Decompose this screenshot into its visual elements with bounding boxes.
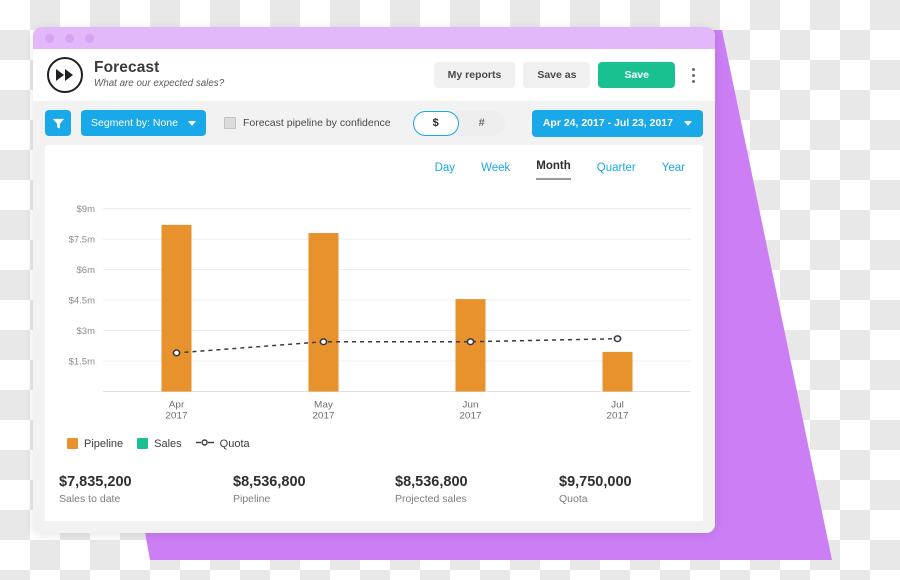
legend-item-pipeline: Pipeline [67, 438, 123, 450]
y-axis-tick-label: $3m [77, 326, 96, 336]
x-axis-tick-label: Jul [611, 399, 624, 410]
window-dot-close[interactable] [45, 33, 54, 43]
chevron-down-icon [187, 120, 196, 126]
app-window: Forecast What are our expected sales? My… [33, 27, 715, 533]
sales-swatch-icon [137, 438, 149, 450]
page-subtitle: What are our expected sales? [94, 78, 225, 90]
forecast-chart: $9m $7.5m $6m $4.5m $3m $1.5m Apr 2017 May 2017 Ju… [45, 186, 703, 434]
y-axis-tick-label: $4.5m [69, 295, 96, 305]
stat-label: Projected sales [395, 493, 467, 505]
window-dot-maximize[interactable] [85, 33, 94, 43]
kebab-menu-icon[interactable] [685, 67, 701, 83]
stat-label: Sales to date [59, 493, 121, 505]
x-axis-tick-label: Jun [462, 399, 478, 410]
window-dot-minimize[interactable] [65, 33, 74, 43]
chart-bar[interactable] [308, 232, 339, 392]
segment-by-label: Segment by: None [91, 117, 178, 129]
legend-item-quota: Quota [195, 437, 250, 450]
currency-option-dollar[interactable]: $ [412, 110, 459, 136]
tab-week[interactable]: Week [481, 162, 510, 180]
save-button[interactable]: Save [598, 61, 675, 89]
pipeline-swatch-icon [67, 438, 78, 450]
quota-point[interactable] [172, 348, 181, 357]
chart-svg: $9m$7.5m$6m$4.5m$3m$1.5mApr2017May2017Ju… [69, 204, 691, 421]
save-as-button[interactable]: Save as [523, 61, 591, 89]
chart-bar[interactable] [602, 351, 633, 392]
header-actions: My reports Save as Save [433, 61, 701, 89]
date-range-label: Apr 24, 2017 - Jul 23, 2017 [542, 117, 673, 129]
chart-bar[interactable] [161, 224, 192, 392]
y-axis-tick-label: $6m [77, 265, 96, 275]
legend-label-quota: Quota [219, 437, 250, 450]
filter-toolbar: Segment by: None Forecast pipeline by co… [33, 101, 715, 145]
y-axis-tick-label: $7.5m [69, 234, 96, 244]
stat-value: $7,835,200 [59, 473, 132, 490]
forecast-by-confidence-label: Forecast pipeline by confidence [242, 117, 391, 129]
x-axis-tick-label: 2017 [312, 410, 334, 421]
y-axis-tick-label: $1.5m [69, 356, 96, 366]
tab-day[interactable]: Day [435, 162, 455, 180]
title-block: Forecast What are our expected sales? [94, 59, 434, 91]
quota-point[interactable] [466, 337, 475, 345]
tab-year[interactable]: Year [662, 162, 685, 180]
chart-card: Day Week Month Quarter Year $9m $7.5m $6m $… [45, 145, 703, 521]
stat-value: $8,536,800 [395, 473, 468, 490]
main-content: Day Week Month Quarter Year $9m $7.5m $6m $… [33, 145, 715, 533]
x-axis-tick-label: 2017 [459, 410, 481, 421]
stat-pipeline: $8,536,800 Pipeline [219, 474, 381, 505]
stat-value: $9,750,000 [559, 473, 632, 490]
tab-month[interactable]: Month [536, 160, 571, 180]
app-header: Forecast What are our expected sales? My… [33, 49, 715, 101]
chevron-down-icon [684, 120, 692, 126]
quota-line-icon [195, 438, 214, 450]
checkbox-box[interactable] [223, 117, 236, 129]
currency-toggle: $ # [412, 110, 505, 136]
date-range-picker[interactable]: Apr 24, 2017 - Jul 23, 2017 [531, 109, 703, 137]
currency-option-count[interactable]: # [459, 111, 505, 136]
stat-quota: $9,750,000 Quota [545, 474, 632, 505]
x-axis-tick-label: Apr [169, 399, 185, 410]
legend-item-sales: Sales [137, 438, 182, 450]
x-axis-tick-label: 2017 [606, 410, 628, 421]
stat-label: Pipeline [233, 493, 271, 505]
page-title: Forecast [94, 59, 160, 77]
legend-label-sales: Sales [154, 437, 182, 450]
segment-by-dropdown[interactable]: Segment by: None [81, 110, 206, 136]
funnel-icon[interactable] [45, 110, 71, 136]
quota-point[interactable] [319, 337, 328, 345]
my-reports-button[interactable]: My reports [433, 61, 516, 89]
summary-stats: $7,835,200 Sales to date $8,536,800 Pipe… [45, 459, 703, 521]
legend-label-pipeline: Pipeline [84, 437, 124, 450]
forecast-by-confidence-checkbox[interactable]: Forecast pipeline by confidence [223, 117, 391, 129]
stat-sales-to-date: $7,835,200 Sales to date [45, 474, 219, 505]
window-titlebar [33, 27, 715, 49]
stat-label: Quota [559, 493, 588, 505]
tab-quarter[interactable]: Quarter [597, 162, 636, 180]
x-axis-tick-label: May [314, 399, 333, 410]
x-axis-tick-label: 2017 [165, 410, 187, 421]
chart-legend: Pipeline Sales Quota [45, 434, 703, 460]
stat-projected-sales: $8,536,800 Projected sales [381, 474, 545, 505]
y-axis-tick-label: $9m [77, 204, 96, 214]
fast-forward-icon [47, 57, 83, 93]
period-tabs: Day Week Month Quarter Year [45, 155, 703, 180]
quota-line [176, 337, 618, 354]
quota-point[interactable] [613, 334, 622, 342]
stat-value: $8,536,800 [233, 473, 306, 490]
